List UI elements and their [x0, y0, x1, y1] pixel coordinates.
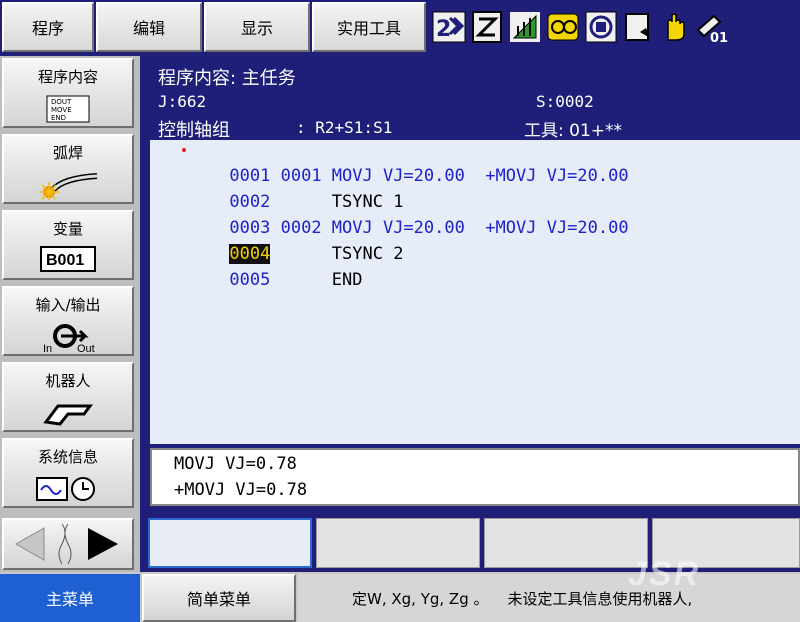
tool-01-icon: 01 [696, 14, 728, 44]
page-prev-icon[interactable] [14, 527, 45, 561]
job-line[interactable]: 0003 0002 MOVJ VJ=20.00 +MOVJ VJ=20.00 [168, 198, 628, 238]
coordinate-icon [510, 12, 540, 42]
io-icon: In Out [43, 324, 95, 354]
job-line-count: J:662 [158, 92, 207, 111]
function-key-1[interactable] [148, 518, 312, 568]
running-icon [547, 13, 579, 41]
buffer-line-2: +MOVJ VJ=0.78 [174, 480, 308, 500]
svg-text:01: 01 [710, 31, 728, 44]
control-group-label: 控制轴组 [158, 120, 230, 141]
hand-icon [667, 13, 685, 41]
job-listing[interactable]: 0001 0001 MOVJ VJ=20.00 +MOVJ VJ=20.00 0… [150, 140, 800, 444]
menu-utility[interactable]: 实用工具 [312, 2, 426, 52]
jsr-watermark: JSR [628, 555, 701, 593]
main-menu-button[interactable]: 主菜单 [0, 574, 140, 622]
svg-text:Out: Out [77, 343, 95, 354]
menu-edit[interactable]: 编辑 [96, 2, 202, 52]
top-menu-bar: 程序 编辑 显示 实用工具 2 01 [0, 0, 800, 54]
left-menu-system-info[interactable]: 系统信息 [2, 438, 134, 508]
tool-label: 工具: 01+** [524, 121, 623, 141]
svg-text:END: END [51, 114, 66, 122]
control-group-value: : R2+S1:S1 [296, 118, 393, 137]
function-key-3[interactable] [484, 518, 648, 568]
left-menu-robot[interactable]: 机器人 [2, 362, 134, 432]
page-next-icon[interactable] [88, 528, 118, 560]
arc-weld-icon [39, 173, 98, 200]
robot-icon [43, 404, 93, 426]
svg-text:In: In [43, 343, 52, 354]
function-key-2[interactable] [316, 518, 480, 568]
step-icon [625, 13, 650, 41]
job-line[interactable]: 0001 0001 MOVJ VJ=20.00 +MOVJ VJ=20.00 [168, 146, 629, 186]
job-content-icon: DOUT MOVE END [46, 95, 90, 123]
breakpoint-dot [182, 148, 186, 152]
page-title: 程序内容: 主任务 [158, 68, 296, 89]
left-menu-variable[interactable]: 变量 B001 [2, 210, 134, 280]
menu-program[interactable]: 程序 [2, 2, 94, 52]
svg-text:2: 2 [436, 17, 451, 42]
menu-display[interactable]: 显示 [204, 2, 310, 52]
svg-text:MOVE: MOVE [51, 106, 72, 114]
left-menu-io[interactable]: 输入/输出 In Out [2, 286, 134, 356]
left-menu-arc-weld[interactable]: 弧焊 [2, 134, 134, 204]
simple-menu-button[interactable]: 简单菜单 [142, 574, 296, 622]
svg-text:DOUT: DOUT [51, 98, 72, 106]
job-line[interactable]: 0004 TSYNC 2 [168, 224, 403, 264]
speed-2-icon: 2 [432, 11, 466, 43]
buffer-line-1: MOVJ VJ=0.78 [174, 454, 297, 474]
job-content-window: 程序内容: 主任务 J:662 S:0002 控制轴组 : R2+S1:S1 工… [146, 58, 800, 512]
page-nav-arrows [14, 523, 118, 565]
status-icon-bar: 2 01 [428, 4, 800, 50]
svg-text:B001: B001 [46, 252, 84, 269]
edit-mode-icon [472, 11, 502, 43]
job-line[interactable]: 0005 END [168, 250, 362, 290]
left-menu: 程序内容 DOUT MOVE END 弧焊 变量 B001 输入/输出 In O… [0, 56, 140, 572]
job-line[interactable]: 0002 TSYNC 1 [168, 172, 403, 212]
variable-icon: B001 [40, 246, 96, 272]
servo-icon [585, 11, 617, 43]
step-count: S:0002 [536, 92, 594, 111]
system-info-icon [36, 477, 95, 501]
left-menu-job-content[interactable]: 程序内容 DOUT MOVE END [2, 58, 134, 128]
input-buffer[interactable]: MOVJ VJ=0.78 +MOVJ VJ=0.78 [150, 448, 800, 506]
page-nav [2, 518, 134, 570]
